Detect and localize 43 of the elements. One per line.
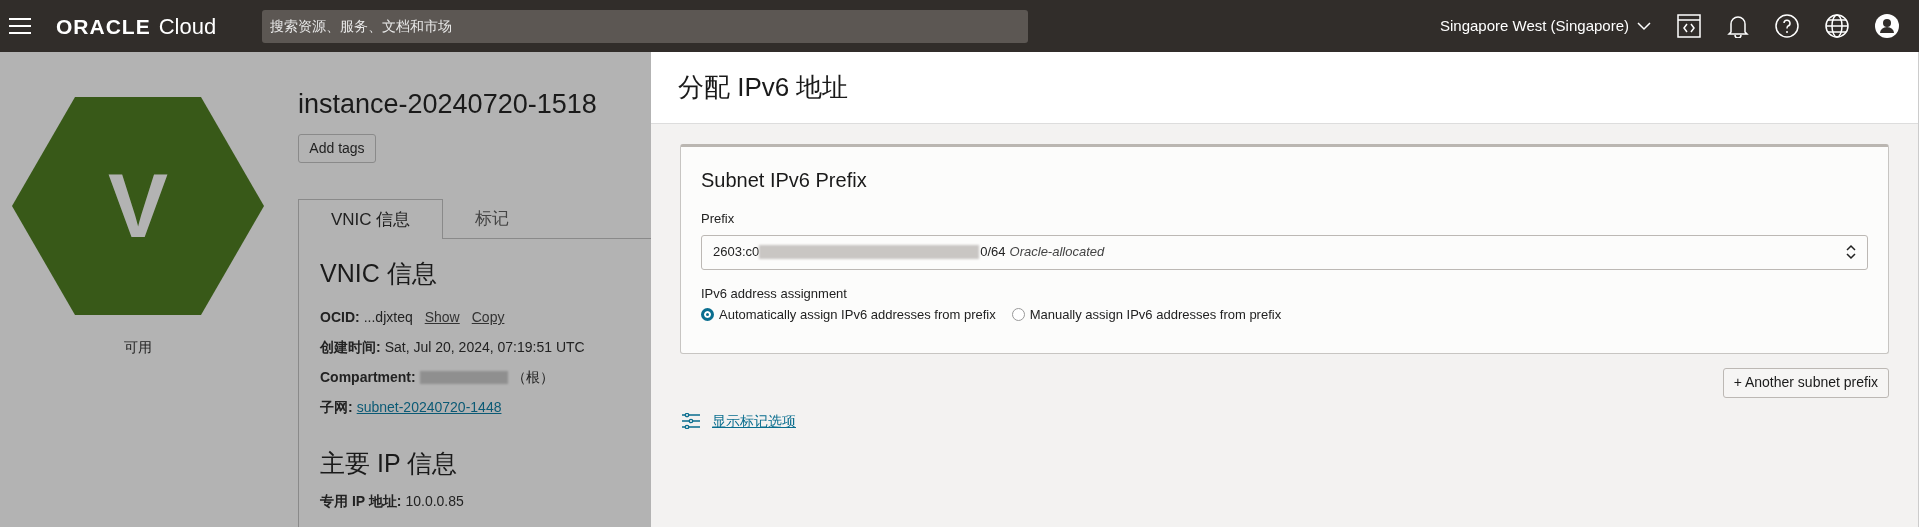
tags-options-link[interactable]: 显示标记选项 xyxy=(712,410,796,432)
prefix-select[interactable]: 2603:c0 0/64 Oracle-allocated xyxy=(701,234,1868,270)
brand-logo[interactable]: ORACLE xyxy=(56,10,151,42)
compartment-suffix: （根） xyxy=(511,368,554,387)
link[interactable]: Show xyxy=(424,307,460,328)
radio-button[interactable] xyxy=(701,308,714,322)
field-label: Compartment: xyxy=(320,368,416,387)
field-label: Prefix xyxy=(701,210,736,228)
bell-icon[interactable] xyxy=(1727,14,1749,38)
radio-label[interactable]: Automatically assign IPv6 addresses from prefix xyxy=(719,305,996,325)
tab[interactable]: 标记 xyxy=(443,199,542,239)
subnet-link[interactable]: subnet-20240720-1448 xyxy=(356,397,502,418)
tab[interactable]: VNIC 信息 xyxy=(298,199,444,239)
globe-icon[interactable] xyxy=(1825,14,1849,38)
radio-button[interactable] xyxy=(1011,308,1025,322)
search-field[interactable]: 搜索资源、服务、文档和市场 xyxy=(262,9,1028,43)
ocid-value: ...djxteq xyxy=(363,308,413,327)
field-label: 专用 IP 地址: xyxy=(320,491,402,511)
field-label: OCID: xyxy=(320,308,360,327)
chevron-down-icon xyxy=(1637,21,1651,31)
section-heading: 主要 IP 信息 xyxy=(320,447,459,479)
link[interactable]: Copy xyxy=(471,307,505,328)
code-window-icon[interactable] xyxy=(1677,14,1701,38)
user-avatar-icon[interactable] xyxy=(1875,14,1899,38)
section-heading: VNIC 信息 xyxy=(320,258,438,289)
help-icon[interactable] xyxy=(1775,14,1799,38)
field-label: 子网: xyxy=(320,398,353,417)
radio-label[interactable]: Manually assign IPv6 addresses from prefix xyxy=(1029,305,1282,325)
status-label: 可用 xyxy=(124,338,152,357)
field-label: 创建时间: xyxy=(320,338,381,357)
card-title: Subnet IPv6 Prefix xyxy=(701,168,868,193)
region-selector[interactable]: Singapore West (Singapore) xyxy=(1440,14,1651,38)
add-tags-button[interactable]: Add tags xyxy=(298,134,376,163)
field-label: IPv6 address assignment xyxy=(701,284,848,303)
created-value: Sat, Jul 20, 2024, 07:19:51 UTC xyxy=(384,338,585,357)
panel-title: 分配 IPv6 地址 xyxy=(678,71,849,104)
ip-value: 10.0.0.85 xyxy=(405,491,464,511)
select-arrows-icon xyxy=(1846,244,1856,260)
menu-icon[interactable] xyxy=(8,17,32,35)
instance-title: instance-20240720-1518 xyxy=(298,88,598,120)
brand-product[interactable]: Cloud xyxy=(158,9,217,43)
sliders-icon[interactable] xyxy=(682,413,700,429)
another-prefix-button[interactable]: + Another subnet prefix xyxy=(1722,367,1889,398)
